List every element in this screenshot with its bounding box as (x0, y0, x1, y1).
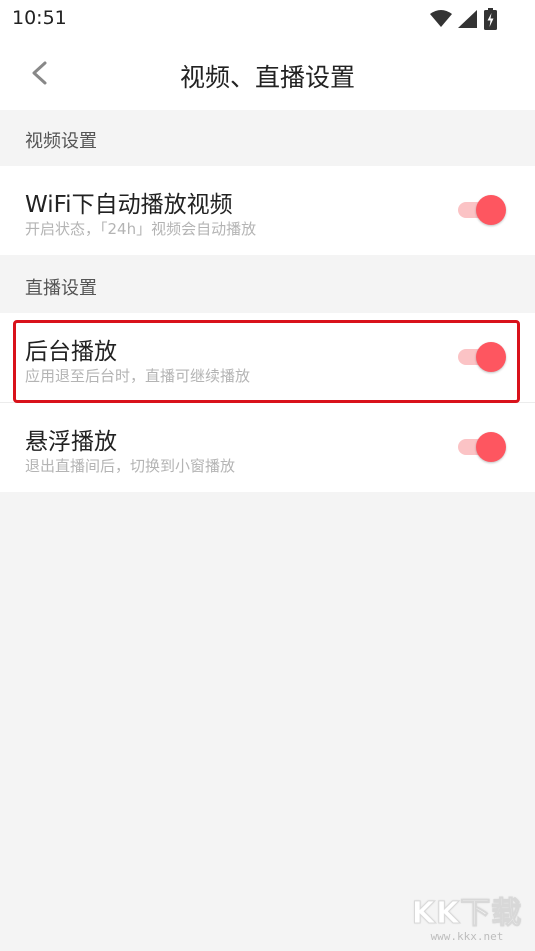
floating-play-toggle[interactable] (458, 432, 506, 462)
setting-description: 开启状态，「24h」视频会自动播放 (25, 220, 257, 238)
page-title: 视频、直播设置 (179, 63, 355, 92)
status-time: 10:51 (12, 7, 67, 29)
status-bar: 10:51 (0, 0, 535, 40)
signal-icon (458, 10, 477, 28)
setting-row-background-play[interactable]: 后台播放 应用退至后台时，直播可继续播放 (0, 313, 535, 402)
section-header-label: 直播设置 (25, 278, 97, 299)
section-header-live: 直播设置 (0, 257, 535, 313)
toggle-thumb (476, 432, 506, 462)
background-play-toggle[interactable] (458, 342, 506, 372)
wifi-autoplay-toggle[interactable] (458, 195, 506, 225)
wifi-icon (430, 10, 452, 27)
setting-row-floating-play[interactable]: 悬浮播放 退出直播间后，切换到小窗播放 (0, 403, 535, 492)
battery-charging-icon (484, 8, 497, 30)
section-header-label: 视频设置 (25, 131, 97, 152)
watermark-url: www.kkx.net (430, 930, 504, 943)
status-icons (430, 8, 497, 30)
section-header-video: 视频设置 (0, 110, 535, 166)
watermark-logo: KK下载 (411, 896, 523, 931)
setting-description: 退出直播间后，切换到小窗播放 (25, 457, 236, 475)
watermark: KK下载 www.kkx.net (407, 896, 527, 947)
toggle-thumb (476, 195, 506, 225)
setting-row-wifi-autoplay[interactable]: WiFi下自动播放视频 开启状态，「24h」视频会自动播放 (0, 166, 535, 255)
setting-title: WiFi下自动播放视频 (25, 192, 233, 218)
setting-title: 后台播放 (25, 339, 117, 365)
setting-title: 悬浮播放 (25, 429, 117, 455)
setting-description: 应用退至后台时，直播可继续播放 (25, 367, 251, 385)
app-bar: 视频、直播设置 (0, 40, 535, 110)
toggle-thumb (476, 342, 506, 372)
